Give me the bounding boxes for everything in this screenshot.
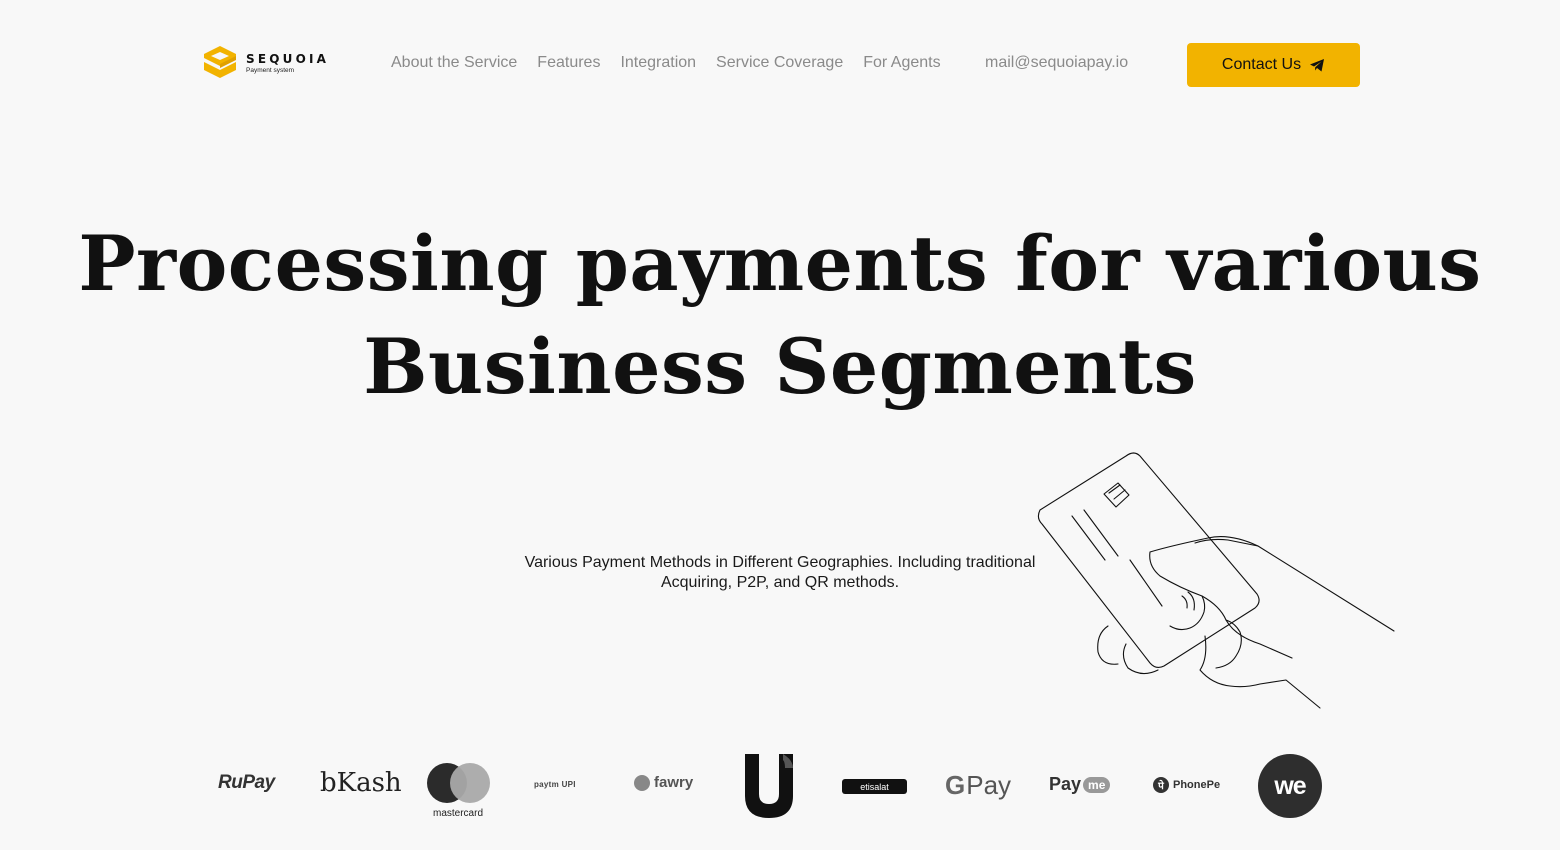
google-pay-logo: G Pay <box>945 770 1011 801</box>
mastercard-logo: mastercard <box>424 760 492 822</box>
email-link[interactable]: mail@sequoiapay.io <box>985 54 1128 72</box>
phonepe-logo: पे PhonePe <box>1153 777 1220 793</box>
payment-methods-strip: RuPay bKash mastercard paytm UPI fawry e… <box>200 750 1340 820</box>
payme-me-badge: me <box>1083 776 1111 793</box>
we-logo: we <box>1258 754 1322 818</box>
mastercard-circles-icon <box>425 763 491 805</box>
logo[interactable]: SEQUOIA Payment system <box>202 45 329 83</box>
contact-us-button[interactable]: Contact Us <box>1187 43 1360 87</box>
fawry-label: fawry <box>654 774 694 791</box>
google-g-icon: G <box>945 770 966 800</box>
hero-subtitle: Various Payment Methods in Different Geo… <box>524 554 1036 591</box>
sequoia-logo-icon <box>204 46 236 78</box>
mastercard-caption: mastercard <box>432 808 483 819</box>
phonepe-label: PhonePe <box>1173 779 1221 791</box>
paytm-upi-logo: paytm UPI <box>534 780 576 789</box>
fawry-mark-icon <box>634 774 650 791</box>
brand-tagline: Payment system <box>246 67 295 75</box>
nav-features[interactable]: Features <box>537 54 600 72</box>
hero-title: Processing payments for various Business… <box>78 219 1482 411</box>
brand-name: SEQUOIA <box>246 52 330 67</box>
etisalat-logo: etisalat <box>842 779 907 794</box>
telegram-icon <box>1310 59 1325 72</box>
nav-integration[interactable]: Integration <box>620 54 696 72</box>
nav-about-service[interactable]: About the Service <box>391 54 517 72</box>
phonepe-mark-icon: पे <box>1153 777 1169 793</box>
google-pay-label: Pay <box>966 770 1012 800</box>
nav-for-agents[interactable]: For Agents <box>863 54 940 72</box>
main-nav: About the Service Features Integration S… <box>391 54 941 72</box>
fawry-logo: fawry <box>634 774 693 791</box>
hand-holding-card-illustration <box>1037 452 1395 709</box>
contact-us-label: Contact Us <box>1221 56 1302 73</box>
site-header: SEQUOIA Payment system About the Service… <box>0 0 1560 130</box>
payme-logo: Pay me <box>1049 774 1111 795</box>
bkash-logo: bKash <box>320 768 402 798</box>
payme-pay-label: Pay <box>1049 774 1082 794</box>
nav-service-coverage[interactable]: Service Coverage <box>716 54 843 72</box>
u-brand-logo-icon <box>745 754 793 818</box>
rupay-logo: RuPay <box>218 772 275 793</box>
